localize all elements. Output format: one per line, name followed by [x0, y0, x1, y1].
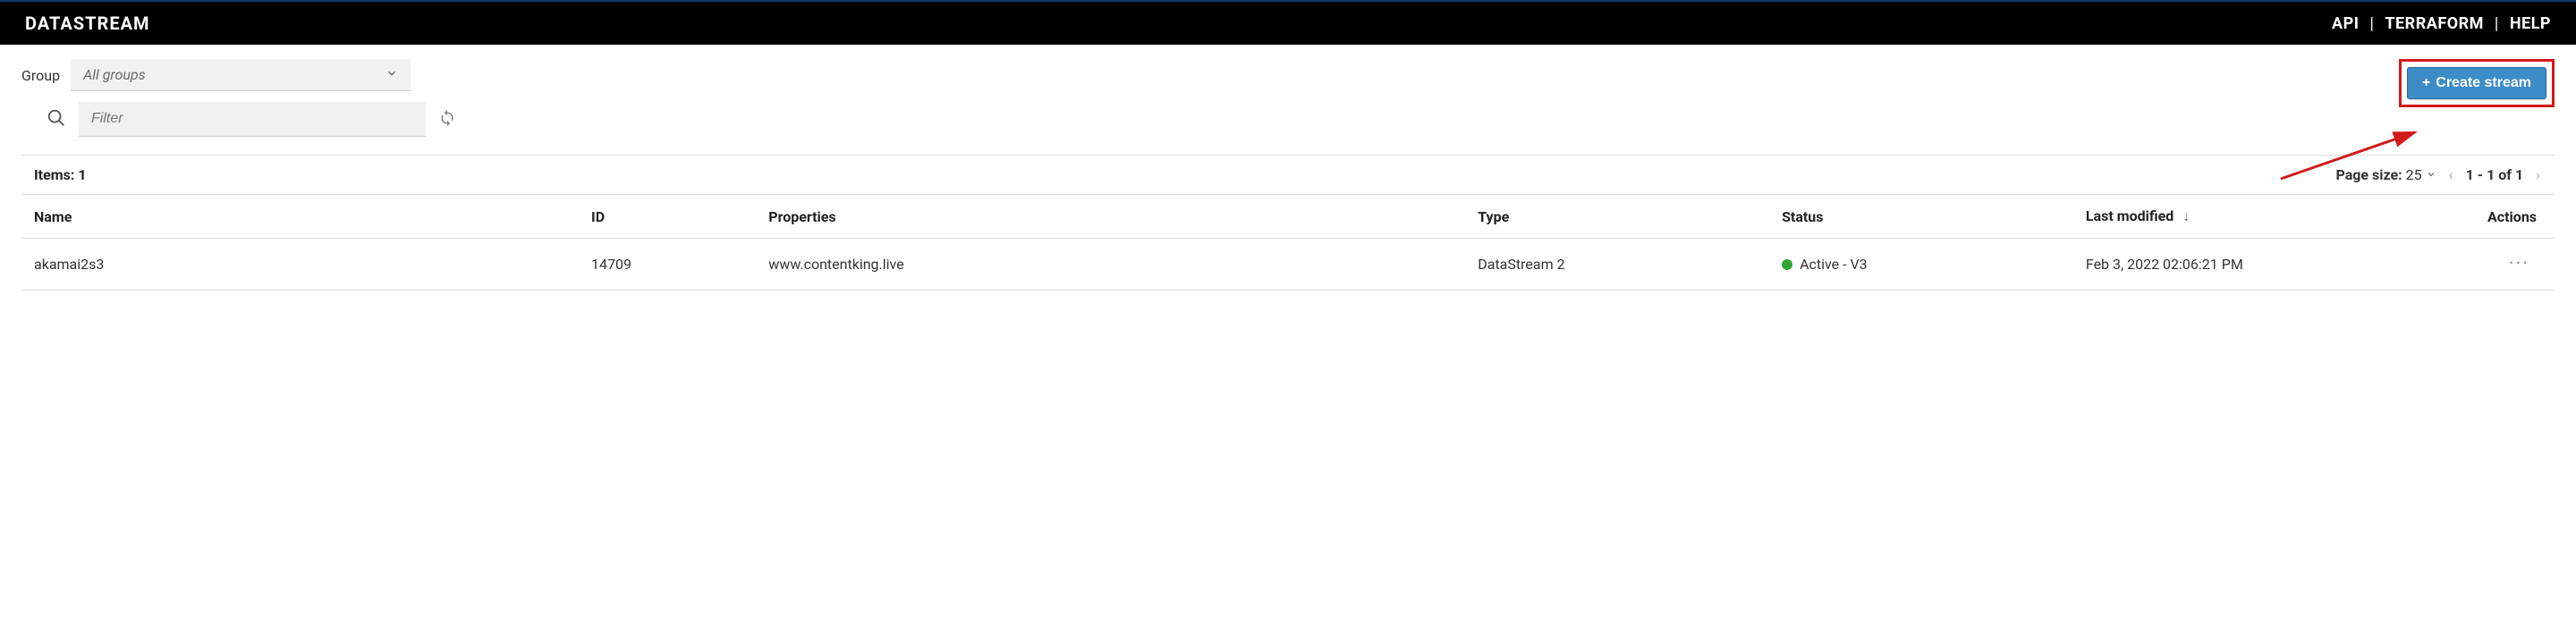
- col-status[interactable]: Status: [1769, 195, 2073, 239]
- filter-row: [47, 102, 456, 137]
- table-meta-row: Items: 1 Page size: 25 ‹ 1 - 1 of 1 ›: [21, 156, 2555, 194]
- page-range: 1 - 1 of 1: [2466, 166, 2524, 183]
- divider: |: [2495, 14, 2499, 33]
- more-icon[interactable]: ···: [2509, 253, 2529, 275]
- cell-last-modified: Feb 3, 2022 02:06:21 PM: [2073, 239, 2428, 291]
- terraform-link[interactable]: TERRAFORM: [2385, 14, 2484, 33]
- col-properties[interactable]: Properties: [756, 195, 1465, 239]
- table-row: akamai2s3 14709 www.contentking.live Dat…: [21, 239, 2555, 291]
- items-count: Items: 1: [34, 166, 87, 183]
- app-title: DATASTREAM: [25, 13, 150, 34]
- cell-actions[interactable]: ···: [2428, 239, 2555, 291]
- chevron-down-icon: [2426, 166, 2436, 183]
- create-stream-button[interactable]: + Create stream: [2407, 67, 2546, 99]
- sort-desc-icon: ↓: [2182, 207, 2190, 224]
- chevron-down-icon: [386, 66, 398, 83]
- cell-status: Active - V3: [1769, 239, 2073, 291]
- divider: |: [2369, 14, 2374, 33]
- status-dot-icon: [1782, 259, 1792, 270]
- group-select[interactable]: All groups: [71, 59, 411, 91]
- cell-type: DataStream 2: [1465, 239, 1769, 291]
- page-size-select[interactable]: Page size: 25: [2335, 166, 2436, 183]
- api-link[interactable]: API: [2332, 14, 2359, 33]
- pager: Page size: 25 ‹ 1 - 1 of 1 ›: [2335, 166, 2542, 183]
- search-icon: [47, 108, 66, 131]
- col-id[interactable]: ID: [579, 195, 756, 239]
- create-button-label: Create stream: [2436, 75, 2531, 91]
- filter-input[interactable]: [79, 102, 426, 137]
- page-prev[interactable]: ‹: [2447, 166, 2455, 183]
- app-header: DATASTREAM API | TERRAFORM | HELP: [0, 0, 2576, 45]
- cell-id: 14709: [579, 239, 756, 291]
- table-area: Items: 1 Page size: 25 ‹ 1 - 1 of 1 › Na…: [0, 155, 2576, 291]
- create-button-highlight: + Create stream: [2399, 59, 2555, 107]
- plus-icon: +: [2422, 75, 2430, 91]
- help-link[interactable]: HELP: [2510, 14, 2551, 33]
- streams-table: Name ID Properties Type Status Last modi…: [21, 194, 2555, 291]
- header-links: API | TERRAFORM | HELP: [2332, 14, 2551, 33]
- col-type[interactable]: Type: [1465, 195, 1769, 239]
- group-label: Group: [21, 67, 60, 84]
- col-last-modified[interactable]: Last modified ↓: [2073, 195, 2428, 239]
- page-next[interactable]: ›: [2534, 166, 2542, 183]
- toolbar: Group All groups + Create stream: [0, 45, 2576, 137]
- refresh-icon[interactable]: [438, 109, 456, 131]
- table-header-row: Name ID Properties Type Status Last modi…: [21, 195, 2555, 239]
- col-name[interactable]: Name: [21, 195, 579, 239]
- cell-properties: www.contentking.live: [756, 239, 1465, 291]
- group-select-value: All groups: [83, 66, 146, 83]
- group-row: Group All groups: [21, 59, 456, 91]
- cell-name[interactable]: akamai2s3: [21, 239, 579, 291]
- col-actions: Actions: [2428, 195, 2555, 239]
